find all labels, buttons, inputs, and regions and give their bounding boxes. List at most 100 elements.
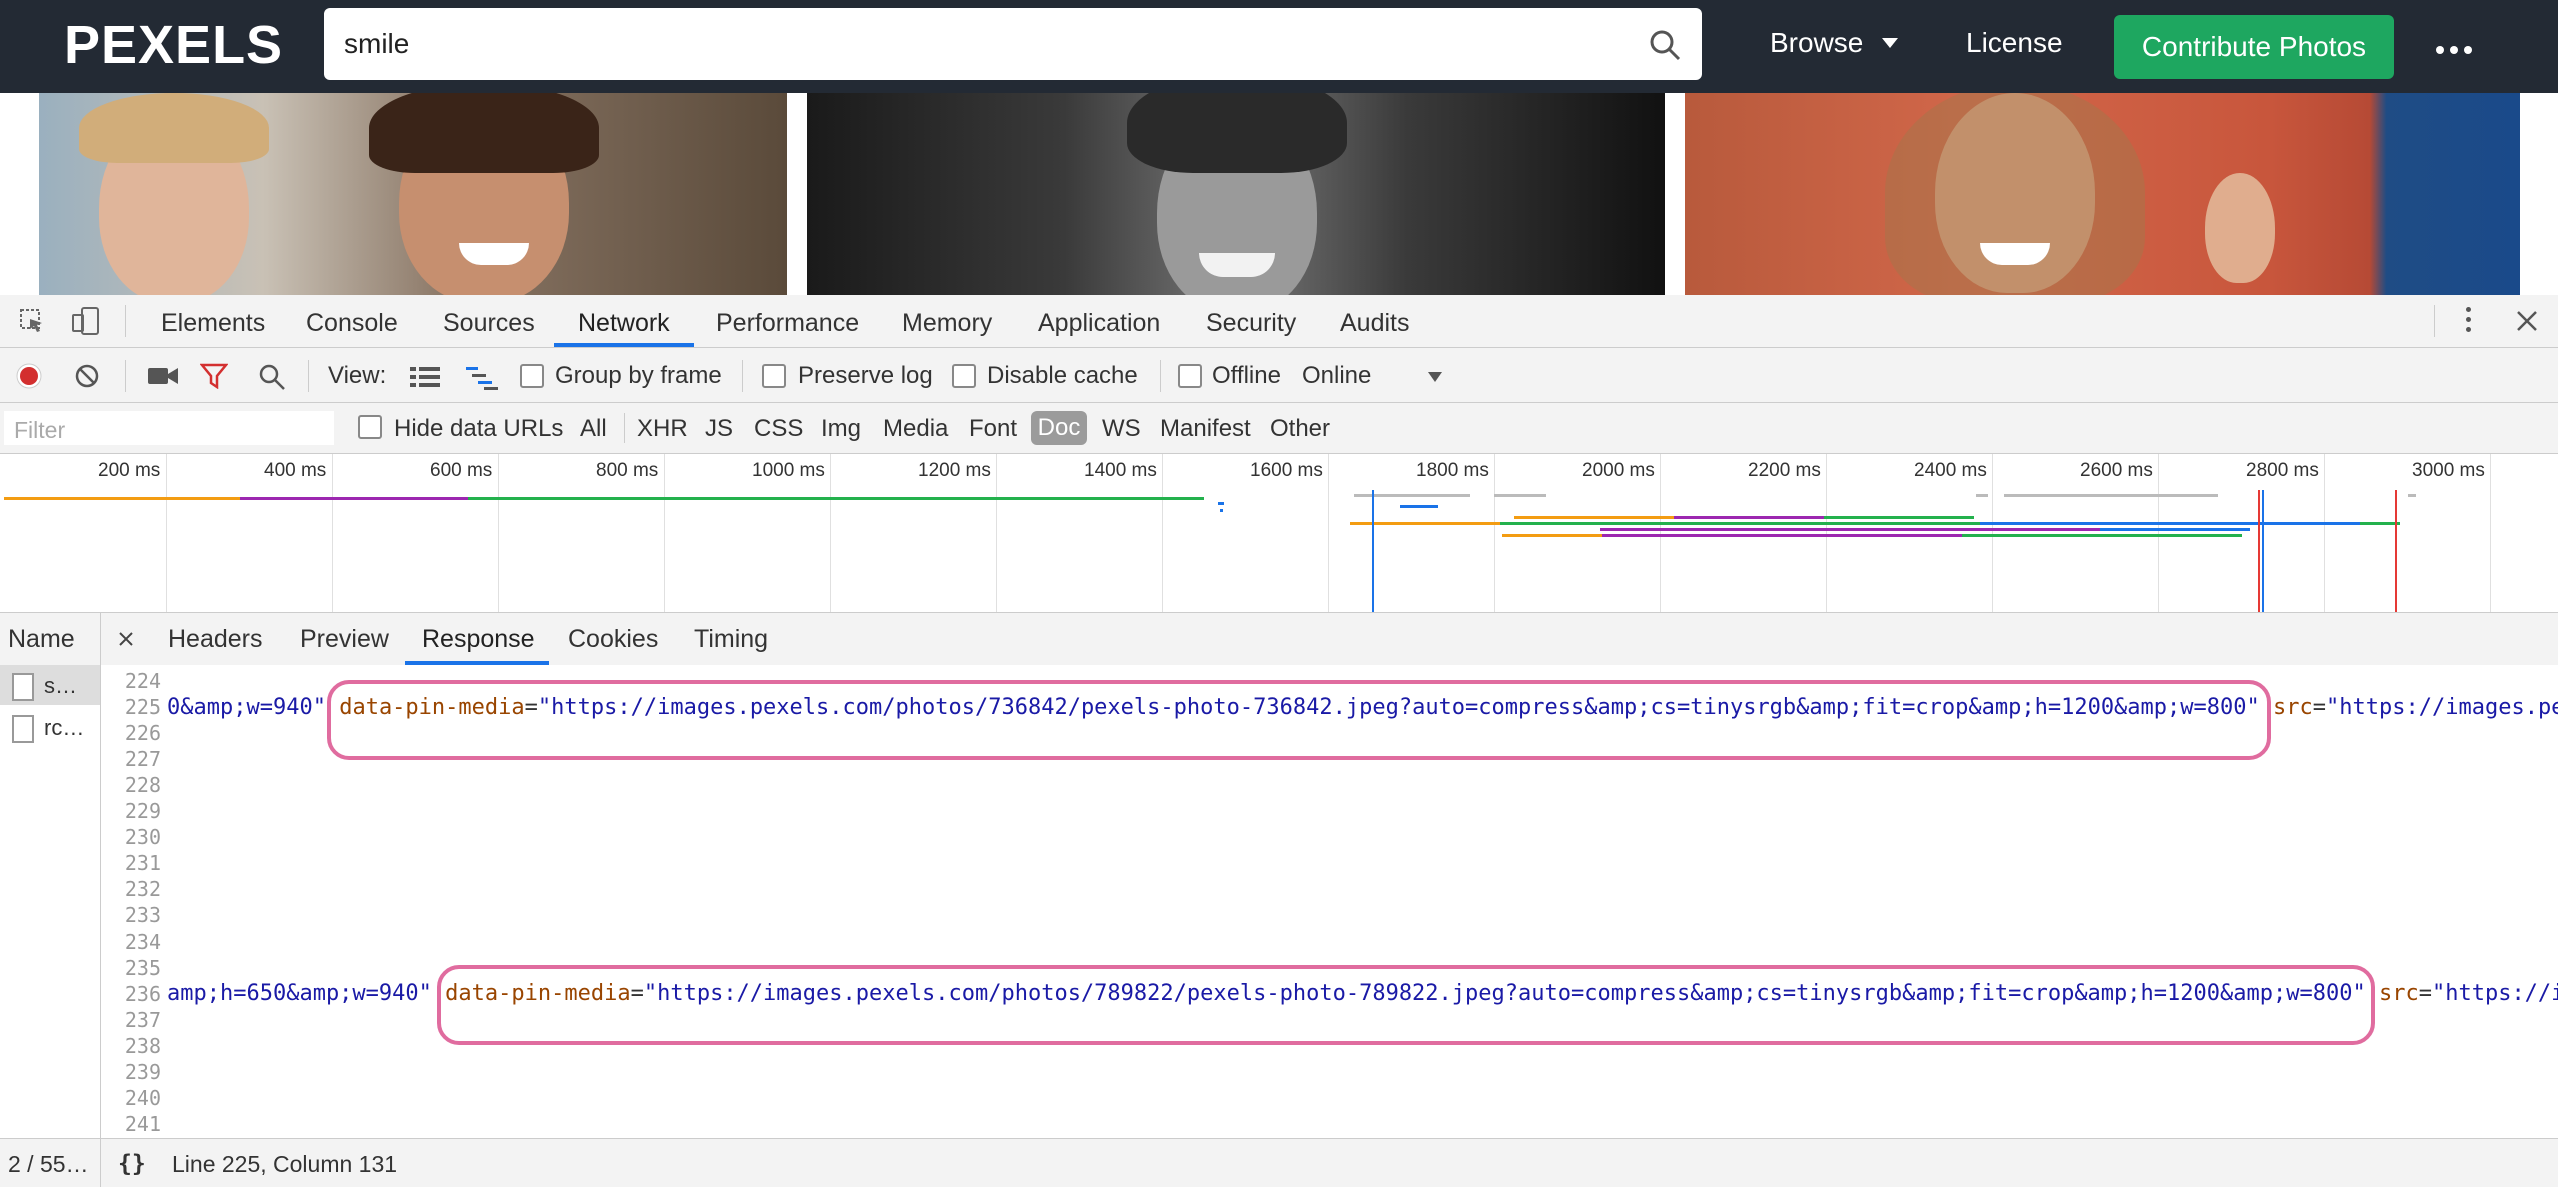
browse-menu[interactable]: Browse: [1770, 27, 1863, 59]
filter-type-media[interactable]: Media: [883, 415, 948, 443]
devtools-tabbar: Elements Console Sources Network Perform…: [0, 295, 2558, 348]
active-tab-indicator: [554, 343, 694, 347]
offline-label: Offline: [1212, 362, 1281, 389]
screenshot-capture-icon[interactable]: [147, 365, 179, 387]
timeline-tick: 1600 ms: [1250, 460, 1323, 481]
request-name: rc…: [44, 715, 85, 740]
close-devtools-icon[interactable]: [2515, 309, 2539, 333]
highlight-annotation: [327, 680, 2271, 760]
site-header: PEXELS smile Browse License Contribute P…: [0, 0, 2558, 93]
tab-timing[interactable]: Timing: [694, 625, 768, 654]
timeline-tick: 200 ms: [98, 460, 161, 481]
tab-memory[interactable]: Memory: [902, 309, 992, 338]
chevron-down-icon[interactable]: [1882, 38, 1898, 48]
line-number: 241: [124, 1111, 161, 1136]
filter-type-other[interactable]: Other: [1270, 415, 1330, 443]
more-options-icon[interactable]: [2436, 41, 2478, 59]
tab-preview[interactable]: Preview: [300, 625, 389, 654]
group-by-frame-checkbox[interactable]: [520, 364, 544, 388]
timeline-tick: 2400 ms: [1914, 460, 1987, 481]
timeline-tick: 600 ms: [430, 460, 493, 481]
tab-elements[interactable]: Elements: [161, 309, 265, 338]
line-number: 224: [124, 669, 161, 693]
hide-data-urls-label: Hide data URLs: [394, 415, 564, 442]
overview-waterfall-icon[interactable]: [466, 366, 500, 390]
line-number: 239: [124, 1059, 161, 1084]
timeline-tick: 3000 ms: [2412, 460, 2485, 481]
filter-type-font[interactable]: Font: [969, 415, 1017, 443]
network-toolbar: View: Group by frame Preserve log Disabl…: [0, 348, 2558, 403]
line-number: 234: [124, 929, 161, 954]
filter-input[interactable]: Filter: [4, 411, 334, 445]
device-toolbar-icon[interactable]: [70, 305, 102, 337]
filter-bar: Filter Hide data URLs All XHR JS CSS Img…: [0, 403, 2558, 454]
search-icon[interactable]: [258, 363, 286, 391]
photo-woman-smiling-red-wall[interactable]: [1685, 93, 2520, 295]
throttle-select[interactable]: Online: [1302, 362, 1371, 390]
photo-man-smiling-bw[interactable]: [807, 93, 1665, 295]
highlight-annotation: [437, 965, 2375, 1045]
disable-cache-checkbox[interactable]: [952, 364, 976, 388]
close-icon[interactable]: [118, 631, 134, 647]
timeline-tick: 2000 ms: [1582, 460, 1655, 481]
clear-icon[interactable]: [74, 363, 100, 389]
timeline-tick: 800 ms: [596, 460, 659, 481]
license-link[interactable]: License: [1966, 27, 2063, 59]
request-row[interactable]: rc…: [0, 707, 100, 747]
hide-data-urls-checkbox[interactable]: [358, 415, 382, 439]
tab-security[interactable]: Security: [1206, 309, 1296, 338]
name-column-header[interactable]: Name: [8, 625, 75, 654]
devtools-menu-icon[interactable]: [2466, 307, 2472, 332]
group-by-frame-label: Group by frame: [555, 362, 722, 389]
tab-response[interactable]: Response: [422, 625, 535, 654]
timeline-tick: 2200 ms: [1748, 460, 1821, 481]
timeline-tick: 1200 ms: [918, 460, 991, 481]
filter-placeholder: Filter: [14, 417, 66, 443]
filter-type-all[interactable]: All: [580, 415, 607, 443]
line-number: 236: [124, 981, 161, 1006]
throttle-dropdown-icon[interactable]: [1428, 372, 1442, 382]
timeline-tick: 2800 ms: [2246, 460, 2319, 481]
request-row[interactable]: s…: [0, 665, 100, 705]
search-icon[interactable]: [1648, 28, 1682, 62]
filter-type-doc[interactable]: Doc: [1031, 411, 1087, 445]
network-timeline-overview[interactable]: 200 ms 400 ms 600 ms 800 ms 1000 ms 1200…: [0, 454, 2558, 613]
tab-console[interactable]: Console: [306, 309, 398, 338]
filter-type-js[interactable]: JS: [705, 415, 733, 443]
tab-application[interactable]: Application: [1038, 309, 1160, 338]
filter-type-manifest[interactable]: Manifest: [1160, 415, 1251, 443]
tab-audits[interactable]: Audits: [1340, 309, 1409, 338]
filter-type-css[interactable]: CSS: [754, 415, 803, 443]
filter-icon[interactable]: [200, 363, 228, 389]
document-icon: [12, 715, 34, 743]
line-number: 235: [124, 955, 161, 980]
filter-type-xhr[interactable]: XHR: [637, 415, 688, 443]
view-label: View:: [328, 362, 387, 389]
timeline-tick: 1400 ms: [1084, 460, 1157, 481]
line-number: 225: [124, 695, 161, 720]
offline-checkbox[interactable]: [1178, 364, 1202, 388]
inspect-element-icon[interactable]: [18, 307, 46, 335]
line-number: 240: [124, 1085, 161, 1110]
filter-type-img[interactable]: Img: [821, 415, 861, 443]
large-rows-icon[interactable]: [410, 366, 440, 388]
tab-headers[interactable]: Headers: [168, 625, 263, 654]
contribute-photos-button[interactable]: Contribute Photos: [2114, 15, 2394, 79]
tab-sources[interactable]: Sources: [443, 309, 535, 338]
tab-cookies[interactable]: Cookies: [568, 625, 658, 654]
filter-type-ws[interactable]: WS: [1102, 415, 1141, 443]
search-input[interactable]: smile: [324, 8, 1702, 80]
record-icon[interactable]: [16, 363, 42, 389]
preserve-log-checkbox[interactable]: [762, 364, 786, 388]
line-number: 238: [124, 1033, 161, 1058]
pretty-print-button[interactable]: {}: [118, 1151, 146, 1177]
photo-two-women-smiling[interactable]: [39, 93, 787, 295]
tab-performance[interactable]: Performance: [716, 309, 859, 338]
timeline-tick: 2600 ms: [2080, 460, 2153, 481]
tab-network[interactable]: Network: [578, 309, 670, 338]
response-source-viewer[interactable]: 224 225 226 227 228 229 230 231 232 233 234 235 236 2…: [101, 665, 2558, 1138]
line-number: 230: [124, 825, 161, 850]
request-count: 2 / 55…: [8, 1151, 89, 1177]
line-number: 226: [124, 721, 161, 746]
pexels-logo[interactable]: PEXELS: [64, 14, 283, 76]
